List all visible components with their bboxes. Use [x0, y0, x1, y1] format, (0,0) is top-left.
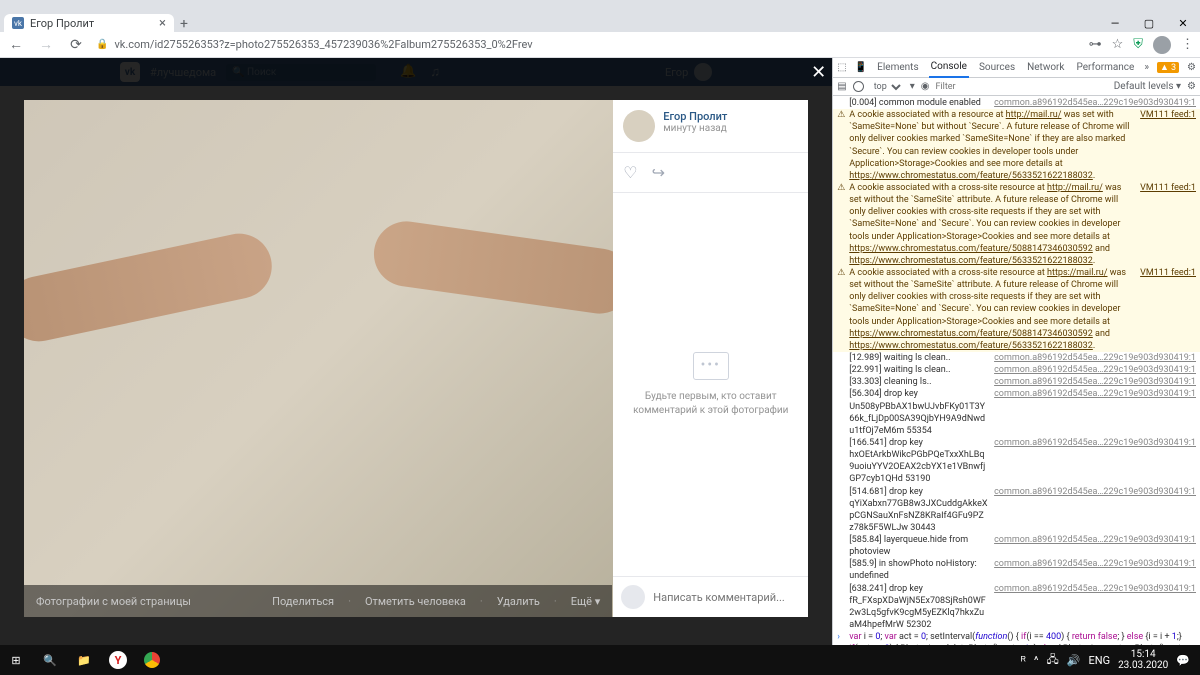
comment-input[interactable]: [653, 591, 800, 604]
warning-count-badge[interactable]: ▲3: [1157, 62, 1179, 73]
console-log[interactable]: [0.004] common module enabledcommon.a896…: [833, 96, 1200, 645]
context-select[interactable]: top: [870, 81, 904, 93]
start-button[interactable]: ⊞: [0, 645, 32, 675]
tab-performance[interactable]: Performance: [1075, 58, 1137, 77]
address-bar: ← → ⟳ 🔒 vk.com/id275526353?z=photo275526…: [0, 32, 1200, 58]
inspect-icon[interactable]: ⬚: [837, 62, 846, 73]
vk-favicon: vk: [12, 17, 24, 29]
tab-console[interactable]: Console: [929, 57, 969, 78]
taskbar-clock[interactable]: 15:14 23.03.2020: [1118, 649, 1168, 671]
device-icon[interactable]: 📱: [855, 62, 867, 73]
browser-tab[interactable]: vk Егор Пролит ×: [4, 14, 174, 32]
console-input[interactable]: var i = 0; var act = 0; setInterval(func…: [849, 631, 1196, 645]
delete-button[interactable]: Удалить: [497, 595, 540, 608]
url-field[interactable]: 🔒 vk.com/id275526353?z=photo275526353_45…: [96, 38, 1079, 51]
clear-console-icon[interactable]: [853, 81, 864, 92]
minimize-button[interactable]: —: [1098, 14, 1132, 32]
forward-button[interactable]: →: [36, 36, 56, 53]
reload-button[interactable]: ⟳: [66, 37, 86, 53]
author-name[interactable]: Егор Пролит: [663, 110, 727, 123]
explorer-icon[interactable]: 📁: [68, 645, 100, 675]
tab-network[interactable]: Network: [1025, 58, 1066, 77]
tray-lang[interactable]: ENG: [1088, 654, 1110, 667]
devtools-panel: ⬚ 📱 Elements Console Sources Network Per…: [832, 58, 1200, 645]
windows-taskbar: ⊞ 🔍 📁 Y ᴿ ^ 🖧 🔊 ENG 15:14 23.03.2020 💬: [0, 645, 1200, 675]
close-window-button[interactable]: ✕: [1166, 14, 1200, 32]
share-icon[interactable]: ↪: [652, 163, 665, 182]
tag-button[interactable]: Отметить человека: [365, 595, 466, 608]
like-icon[interactable]: ♡: [623, 163, 637, 182]
photo-overlay: ✕ Егор Пролит минуту назад ♡: [0, 58, 832, 645]
empty-comments-icon: •••: [693, 352, 729, 380]
chrome-icon[interactable]: [136, 645, 168, 675]
filter-input[interactable]: [935, 82, 1107, 92]
close-icon[interactable]: ✕: [811, 62, 826, 83]
photo-viewer: Егор Пролит минуту назад ♡ ↪ ••• Будьте …: [24, 100, 808, 617]
tab-title: Егор Пролит: [30, 17, 94, 30]
star-icon[interactable]: ☆: [1112, 37, 1124, 52]
eye-icon[interactable]: ◉: [921, 81, 930, 92]
new-tab-button[interactable]: +: [174, 16, 194, 32]
tray-people-icon[interactable]: ᴿ: [1021, 654, 1026, 667]
key-icon[interactable]: ⊶: [1089, 37, 1102, 52]
close-tab-icon[interactable]: ×: [159, 16, 166, 31]
photo-source[interactable]: Фотографии с моей страницы: [36, 595, 258, 608]
tray-network-icon[interactable]: 🖧: [1047, 651, 1059, 670]
yandex-icon[interactable]: Y: [102, 645, 134, 675]
tab-elements[interactable]: Elements: [875, 58, 920, 77]
lock-icon: 🔒: [96, 39, 108, 50]
share-button[interactable]: Поделиться: [272, 595, 334, 608]
more-button[interactable]: Ещё ▾: [571, 595, 601, 608]
tab-sources[interactable]: Sources: [977, 58, 1017, 77]
devtools-settings-icon[interactable]: ⚙: [1187, 62, 1196, 73]
sidebar-toggle-icon[interactable]: ▤: [837, 81, 846, 92]
author-avatar[interactable]: [623, 110, 655, 142]
empty-text-2: комментарий к этой фотографии: [633, 404, 788, 418]
search-icon[interactable]: 🔍: [34, 645, 66, 675]
browser-tab-bar: vk Егор Пролит × + — ▢ ✕: [0, 14, 1200, 32]
tray-up-icon[interactable]: ^: [1034, 654, 1039, 667]
commenter-avatar: [621, 585, 645, 609]
shield-icon[interactable]: ⛨: [1133, 37, 1143, 52]
tray-notifications-icon[interactable]: 💬: [1176, 654, 1190, 667]
empty-text-1: Будьте первым, кто оставит: [645, 390, 777, 404]
photo-time: минуту назад: [663, 123, 727, 134]
maximize-button[interactable]: ▢: [1132, 14, 1166, 32]
profile-avatar[interactable]: [1153, 36, 1171, 54]
back-button[interactable]: ←: [6, 36, 26, 53]
console-settings-icon[interactable]: ⚙: [1187, 81, 1196, 92]
photo-bottom-bar: Фотографии с моей страницы Поделиться· О…: [24, 585, 612, 617]
more-tabs[interactable]: »: [1144, 62, 1149, 73]
photo-image[interactable]: [24, 100, 613, 617]
tray-volume-icon[interactable]: 🔊: [1067, 654, 1081, 667]
chrome-menu-icon[interactable]: ⋮: [1181, 37, 1194, 52]
levels-select[interactable]: Default levels ▾: [1114, 81, 1181, 92]
